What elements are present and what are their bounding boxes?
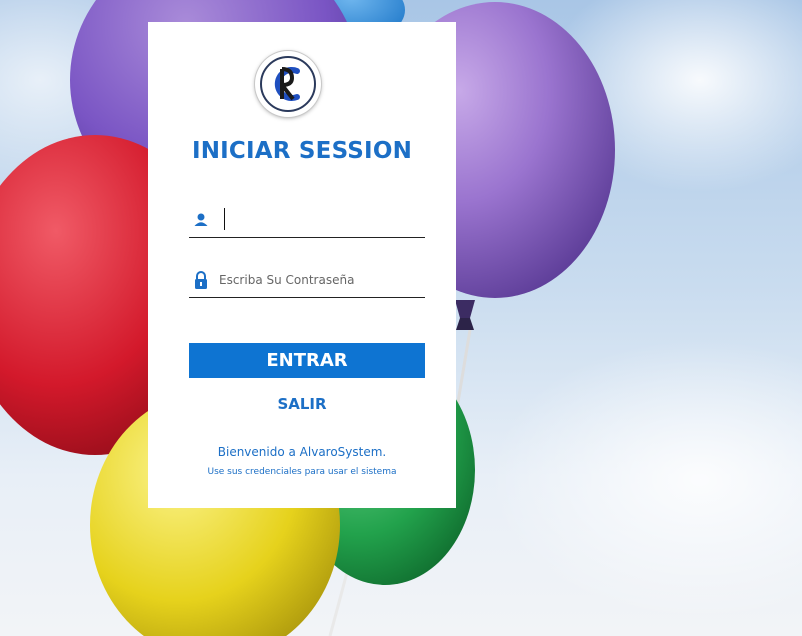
exit-button[interactable]: SALIR bbox=[148, 395, 456, 413]
credentials-hint: Use sus credenciales para usar el sistem… bbox=[207, 467, 397, 477]
password-input[interactable] bbox=[219, 267, 419, 293]
username-field-group bbox=[189, 203, 425, 238]
page-title: INICIAR SESSION bbox=[191, 138, 413, 164]
lock-icon bbox=[195, 271, 207, 289]
user-icon bbox=[194, 213, 208, 226]
enter-button[interactable]: ENTRAR bbox=[189, 343, 425, 378]
welcome-text: Bienvenido a AlvaroSystem. bbox=[217, 445, 387, 459]
password-field-group bbox=[189, 263, 425, 298]
logo bbox=[255, 51, 321, 117]
login-card: INICIAR SESSION ENTRAR SALIR Bienvenido … bbox=[148, 22, 456, 508]
username-input[interactable] bbox=[219, 207, 419, 233]
